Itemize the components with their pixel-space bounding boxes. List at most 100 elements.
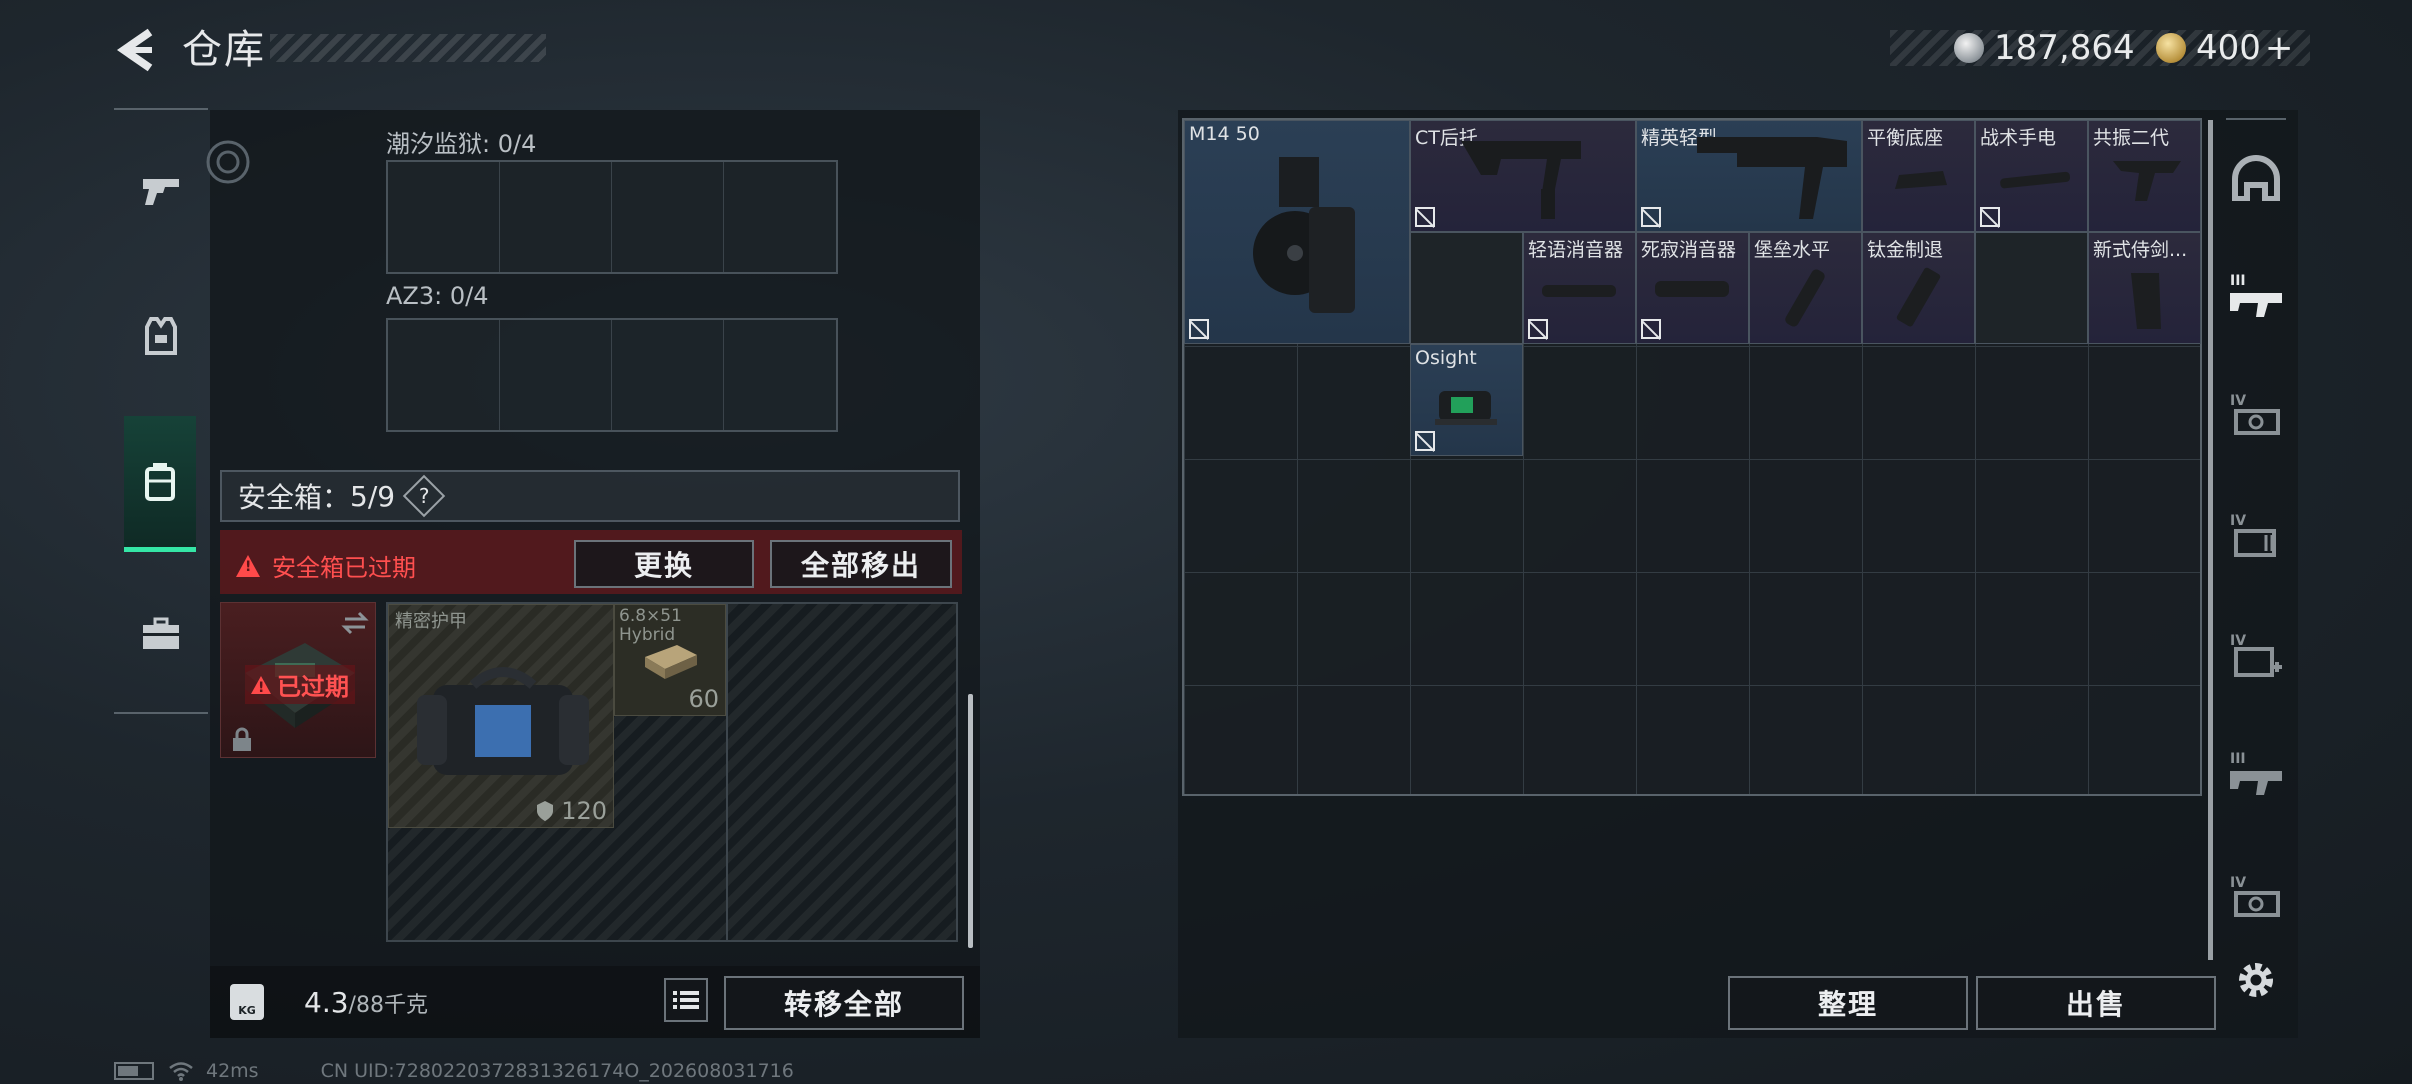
ammo-tier-icon: IV <box>2230 513 2276 557</box>
safebox-item-ammo[interactable]: 6.8×51 Hybrid 60 <box>614 604 726 716</box>
item-name: 战术手电 <box>1980 127 2057 149</box>
stash-item-m14-mag[interactable]: M14 50 <box>1184 120 1410 344</box>
swap-icon[interactable] <box>341 611 369 635</box>
stash-item-titanium-brake[interactable]: 钛金制退 <box>1862 232 1975 344</box>
item-name: Osight <box>1415 347 1477 369</box>
side-tab-scope-tier4-alt[interactable]: IV <box>2226 868 2286 928</box>
safebox-case-item[interactable]: 已过期 <box>220 602 376 758</box>
weight-icon: KG <box>230 984 264 1020</box>
svg-text:III: III <box>2230 273 2246 289</box>
grid-cell[interactable] <box>388 320 500 430</box>
backpack-icon <box>145 462 175 501</box>
side-tab-scope-tier4[interactable]: IV <box>2226 386 2286 446</box>
armor-image <box>417 667 589 775</box>
no-image-icon <box>1415 207 1435 227</box>
stash-item-whisper-suppressor[interactable]: 轻语消音器 <box>1523 232 1636 344</box>
help-icon[interactable]: ? <box>402 474 446 518</box>
stash-item-balance-base[interactable]: 平衡底座 <box>1862 120 1975 232</box>
item-name: 6.8×51 Hybrid <box>619 606 682 645</box>
sort-button[interactable]: 整理 <box>1728 976 1968 1030</box>
svg-text:III: III <box>2230 751 2246 767</box>
stash-empty-slot[interactable] <box>1975 232 2088 344</box>
container-grid-tide-prison[interactable] <box>386 160 838 274</box>
silver-coin-icon <box>1954 33 1984 63</box>
weight-readout: 4.3/88千克 <box>304 986 428 1019</box>
sell-button[interactable]: 出售 <box>1976 976 2216 1030</box>
ammo-box-image <box>645 645 697 679</box>
safebox-header: 安全箱： 5/9 ? <box>220 470 960 522</box>
transfer-all-button[interactable]: 转移全部 <box>724 976 964 1030</box>
divider <box>2226 118 2286 120</box>
grid-cell[interactable] <box>500 320 612 430</box>
stash-item-new-samurai[interactable]: 新式侍剑... <box>2088 232 2201 344</box>
stock-image <box>1697 137 1847 219</box>
medkit-tier-icon: IV <box>2230 633 2282 677</box>
remove-all-button[interactable]: 全部移出 <box>770 540 952 588</box>
scrollbar[interactable] <box>968 694 973 948</box>
scope-tier-icon: IV <box>2230 875 2280 917</box>
side-tab-medkit-tier4[interactable]: IV <box>2226 626 2286 686</box>
grid-cell[interactable] <box>388 162 500 272</box>
gold-currency[interactable]: 400 + <box>2156 26 2293 70</box>
side-tab-ammo-tier4[interactable]: IV <box>2226 506 2286 566</box>
nav-item-toolbox[interactable] <box>114 574 208 694</box>
safebox-item-armor[interactable]: 精密护甲 120 <box>388 604 614 828</box>
no-image-icon <box>1189 319 1209 339</box>
shield-icon <box>537 801 554 821</box>
settings-button[interactable] <box>2226 950 2286 1010</box>
silver-amount: 187,864 <box>1994 28 2135 68</box>
weight-capacity: /88千克 <box>348 993 428 1018</box>
side-tab-rifle-tier3-alt[interactable]: III <box>2226 744 2286 804</box>
grid-cell[interactable] <box>724 162 836 272</box>
stash-empty-slot[interactable] <box>1410 232 1523 344</box>
list-view-button[interactable] <box>664 978 708 1022</box>
case-expired-badge: 已过期 <box>245 665 355 704</box>
replace-button[interactable]: 更换 <box>574 540 754 588</box>
item-name: 平衡底座 <box>1867 127 1944 149</box>
container-grid-az3[interactable] <box>386 318 838 432</box>
grid-cell[interactable] <box>612 162 724 272</box>
helmet-icon <box>2232 155 2280 201</box>
nav-item-containers[interactable] <box>124 416 196 552</box>
container-label-tide-prison: 潮汐监狱: 0/4 <box>386 130 537 158</box>
side-tab-rifle-tier3[interactable]: III <box>2226 266 2286 326</box>
stash-item-silent-suppressor[interactable]: 死寂消音器 <box>1636 232 1749 344</box>
lock-icon <box>233 727 251 751</box>
item-name: 共振二代 <box>2093 127 2170 149</box>
side-tab-helmet[interactable] <box>2226 148 2286 208</box>
stock-image <box>1461 141 1581 219</box>
gold-coin-icon <box>2156 33 2186 63</box>
toolbox-icon <box>143 617 179 649</box>
nav-item-equipment[interactable] <box>114 276 208 396</box>
svg-text:IV: IV <box>2230 875 2246 891</box>
item-name: 钛金制退 <box>1867 239 1944 261</box>
stash-item-ct-stock[interactable]: CT后托 <box>1410 120 1636 232</box>
no-image-icon <box>1980 207 2000 227</box>
stash-item-osight[interactable]: Osight <box>1410 344 1523 456</box>
status-bar: 42ms CN UID:7280220372831326174O_2026080… <box>114 1060 794 1082</box>
scope-tier-icon: IV <box>2230 393 2280 435</box>
ping-readout: 42ms <box>206 1060 259 1082</box>
list-icon <box>673 991 699 1009</box>
no-image-icon <box>1415 431 1435 451</box>
stash-item-tactical-flashlight[interactable]: 战术手电 <box>1975 120 2088 232</box>
gold-add-icon[interactable]: + <box>2265 28 2294 68</box>
grid-cell[interactable] <box>724 320 836 430</box>
target-decoration-icon <box>206 140 250 184</box>
back-button[interactable] <box>110 22 160 78</box>
grid-cell[interactable] <box>612 320 724 430</box>
battery-icon <box>114 1062 154 1080</box>
stash-item-fortress-level[interactable]: 堡垒水平 <box>1749 232 1862 344</box>
suppressor-image <box>1655 281 1729 297</box>
gold-amount: 400 <box>2196 28 2261 68</box>
item-durability: 120 <box>535 797 607 825</box>
stash-item-elite-light-stock[interactable]: 精英轻型 <box>1636 120 1862 232</box>
mount-image <box>1895 171 1947 189</box>
item-name: 堡垒水平 <box>1754 239 1831 261</box>
grid-cell[interactable] <box>500 162 612 272</box>
expired-message: 安全箱已过期 <box>272 554 416 582</box>
stash-item-resonance-gen2[interactable]: 共振二代 <box>2088 120 2201 232</box>
back-arrow-icon <box>116 28 153 72</box>
drum-magazine-image <box>1253 157 1355 313</box>
no-image-icon <box>1641 207 1661 227</box>
